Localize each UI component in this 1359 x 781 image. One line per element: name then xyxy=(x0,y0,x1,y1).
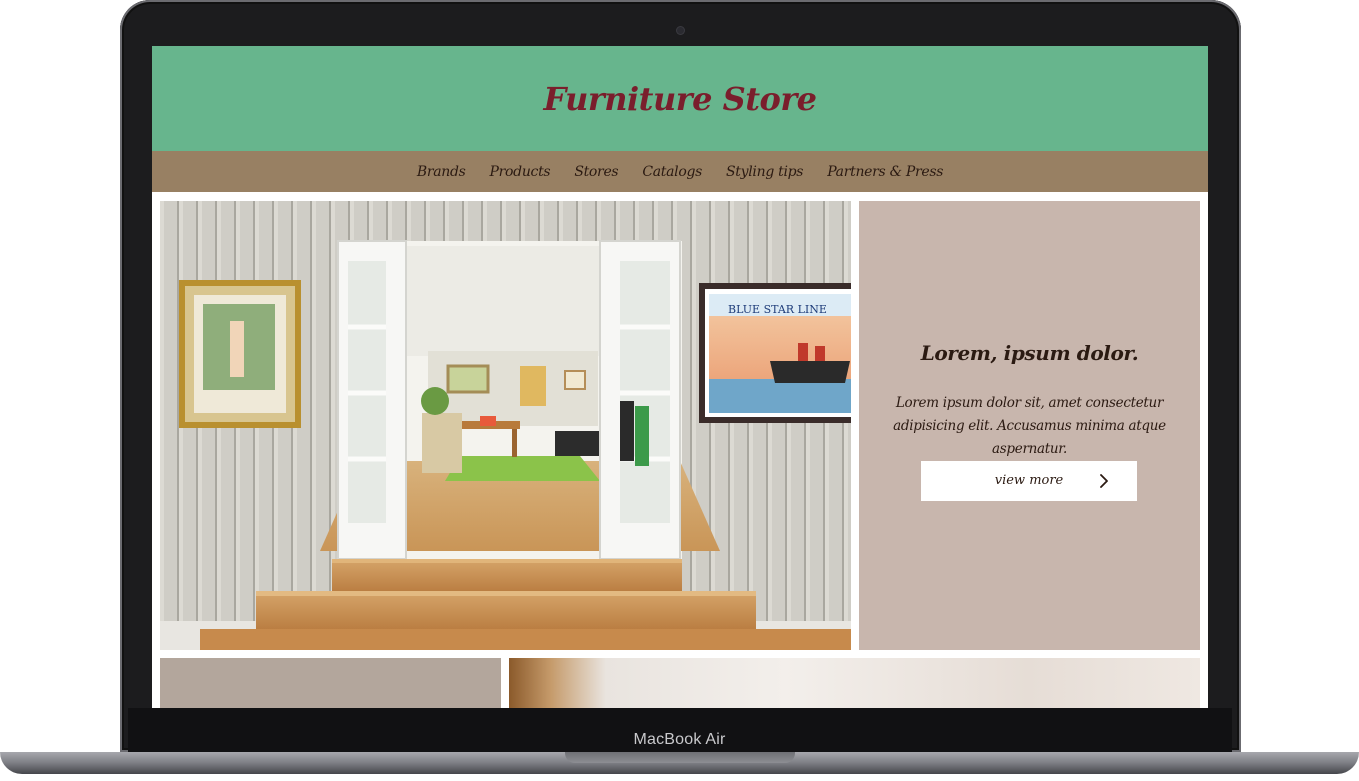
poster-caption: BLUE STAR LINE xyxy=(728,303,827,316)
nav-link-products[interactable]: Products xyxy=(478,164,563,180)
feature-tile-left xyxy=(160,658,501,708)
hero-image: BLUE STAR LINE xyxy=(160,201,851,650)
nav-link-partners-press[interactable]: Partners & Press xyxy=(815,164,955,180)
nav-link-styling-tips[interactable]: Styling tips xyxy=(714,164,815,180)
nav-link-catalogs[interactable]: Catalogs xyxy=(630,164,714,180)
camera-icon xyxy=(677,27,684,34)
hero-panel: Lorem, ipsum dolor. Lorem ipsum dolor si… xyxy=(859,201,1200,650)
device-label: MacBook Air xyxy=(633,731,726,748)
chevron-right-icon xyxy=(1100,474,1108,488)
site-title[interactable]: Furniture Store xyxy=(543,80,817,118)
interior-photo: BLUE STAR LINE xyxy=(160,201,851,650)
main-nav: Brands Products Stores Catalogs Styling … xyxy=(152,151,1208,192)
view-more-button[interactable]: view more xyxy=(921,461,1137,501)
hero-heading: Lorem, ipsum dolor. xyxy=(920,341,1139,365)
browser-viewport: Furniture Store Brands Products Stores C… xyxy=(152,46,1208,708)
nav-link-brands[interactable]: Brands xyxy=(405,164,478,180)
feature-image-right xyxy=(509,658,1200,708)
site-header: Furniture Store xyxy=(152,46,1208,151)
laptop-notch xyxy=(565,752,795,763)
nav-link-stores[interactable]: Stores xyxy=(562,164,630,180)
hero-text: Lorem ipsum dolor sit, amet consectetur … xyxy=(893,395,1166,457)
